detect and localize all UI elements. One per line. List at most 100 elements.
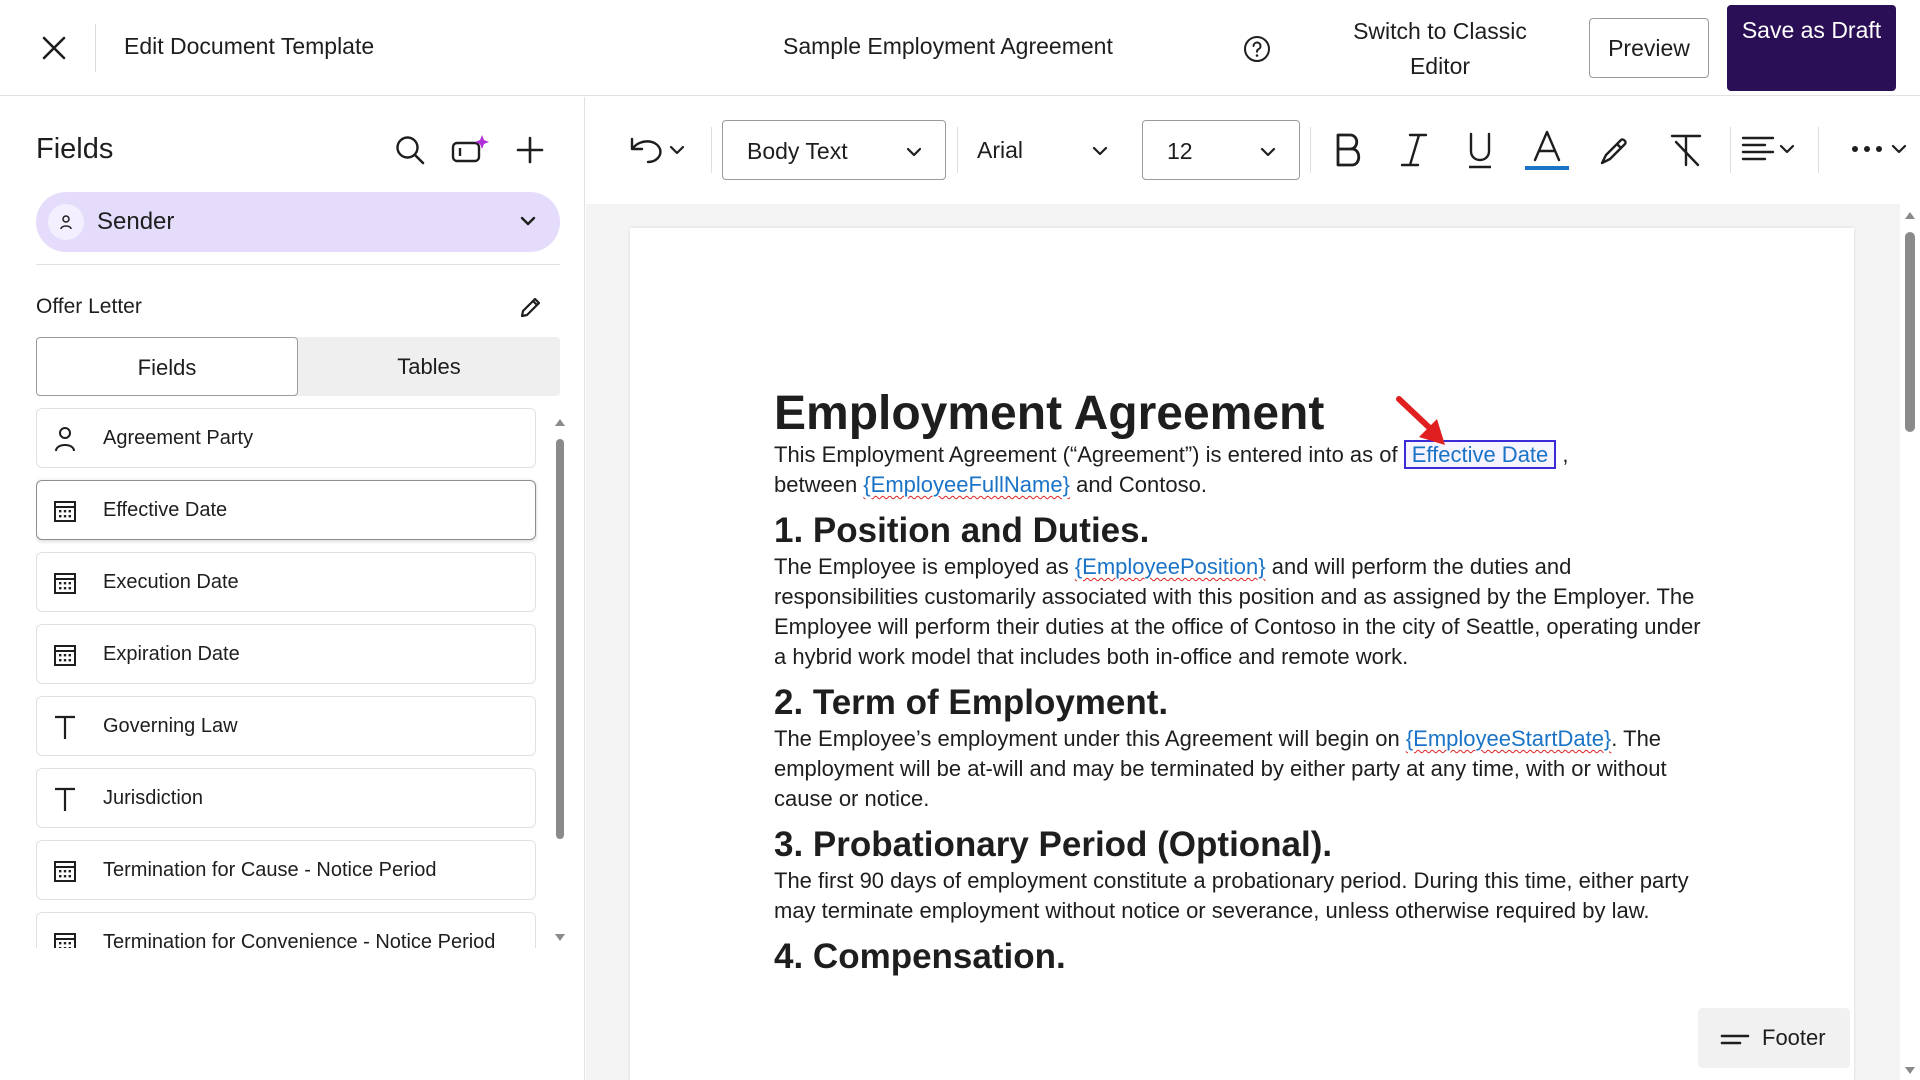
footer-button[interactable]: Footer xyxy=(1698,1008,1850,1068)
field-label: Agreement Party xyxy=(103,427,254,449)
section-heading: 1. Position and Duties. xyxy=(774,511,1150,550)
field-item-termination-for-convenience[interactable]: Termination for Convenience - Notice Per… xyxy=(36,912,536,948)
formatting-toolbar: Body Text Arial 12 xyxy=(586,97,1920,204)
font-color-button[interactable] xyxy=(1522,125,1572,175)
save-as-draft-button[interactable]: Save as Draft xyxy=(1727,5,1896,91)
chevron-down-icon xyxy=(1091,142,1109,165)
more-options-button[interactable] xyxy=(1846,129,1916,169)
italic-button[interactable] xyxy=(1392,127,1436,173)
document-body[interactable]: Employment Agreement This Employment Agr… xyxy=(774,388,1709,978)
field-item-effective-date[interactable]: Effective Date xyxy=(36,480,536,540)
page-title: Edit Document Template xyxy=(124,33,375,59)
text-run: This Employment Agreement (“Agreement”) … xyxy=(774,442,1404,467)
field-list-scrollbar[interactable] xyxy=(552,415,568,945)
section-paragraph: The Employee’s employment under this Agr… xyxy=(774,724,1709,814)
field-label: Termination for Convenience - Notice Per… xyxy=(103,931,496,948)
fields-sidebar: Fields Sender Offer Letter Fields Tables… xyxy=(0,97,585,1080)
section-paragraph: The Employee is employed as {EmployeePos… xyxy=(774,552,1709,672)
document-page[interactable]: Employment Agreement This Employment Agr… xyxy=(630,228,1854,1080)
section-heading: 2. Term of Employment. xyxy=(774,683,1169,722)
font-color-icon xyxy=(1525,130,1569,170)
switch-classic-editor-button[interactable]: Switch to Classic Editor xyxy=(1330,14,1550,82)
italic-icon xyxy=(1400,133,1428,167)
scroll-down-icon[interactable] xyxy=(555,934,565,941)
divider xyxy=(95,24,96,72)
more-icon xyxy=(1852,144,1907,154)
scroll-down-icon[interactable] xyxy=(1905,1067,1915,1074)
scroll-up-icon[interactable] xyxy=(1905,212,1915,219)
document-scrollbar[interactable] xyxy=(1900,204,1920,1080)
calendar-icon xyxy=(51,857,79,885)
field-item-jurisdiction[interactable]: Jurisdiction xyxy=(36,768,536,828)
divider xyxy=(1818,127,1819,173)
field-item-termination-for-cause[interactable]: Termination for Cause - Notice Period xyxy=(36,840,536,900)
help-button[interactable] xyxy=(1240,32,1274,66)
template-section-label: Offer Letter xyxy=(36,295,142,318)
annotation-arrow-icon xyxy=(1396,396,1445,445)
text-icon xyxy=(51,713,79,741)
top-bar: Edit Document Template Sample Employment… xyxy=(0,0,1920,96)
undo-icon xyxy=(630,137,685,164)
recipient-label: Sender xyxy=(97,208,175,235)
field-item-agreement-party[interactable]: Agreement Party xyxy=(36,408,536,468)
font-size-value: 12 xyxy=(1167,138,1193,164)
text-run: between xyxy=(774,472,864,497)
scroll-up-icon[interactable] xyxy=(555,419,565,426)
field-label: Execution Date xyxy=(103,571,239,593)
field-label: Effective Date xyxy=(103,499,228,521)
sidebar-tabs: Fields Tables xyxy=(36,337,560,396)
highlighter-icon xyxy=(1600,138,1627,165)
divider xyxy=(1730,127,1731,173)
scrollbar-thumb[interactable] xyxy=(1905,232,1915,432)
tab-tables[interactable]: Tables xyxy=(298,337,560,396)
sidebar-heading: Fields xyxy=(36,133,114,165)
align-left-icon xyxy=(1741,136,1795,161)
clear-formatting-button[interactable] xyxy=(1664,127,1708,173)
divider xyxy=(711,127,712,173)
preview-button[interactable]: Preview xyxy=(1589,18,1709,78)
field-label: Termination for Cause - Notice Period xyxy=(103,859,437,881)
field-item-expiration-date[interactable]: Expiration Date xyxy=(36,624,536,684)
text-run: and Contoso. xyxy=(1069,472,1207,497)
undo-button[interactable] xyxy=(626,130,690,170)
close-button[interactable] xyxy=(34,28,74,68)
employee-full-name-tag[interactable]: {EmployeeFullName} xyxy=(863,472,1070,497)
font-family-select[interactable]: Arial xyxy=(965,120,1115,180)
footer-icon xyxy=(1720,1026,1750,1055)
font-family-value: Arial xyxy=(977,137,1024,163)
document-canvas: Employment Agreement This Employment Agr… xyxy=(586,204,1900,1080)
person-icon xyxy=(51,425,79,453)
recipient-select[interactable]: Sender xyxy=(36,192,560,252)
highlight-button[interactable] xyxy=(1593,127,1637,173)
employee-position-tag[interactable]: {EmployeePosition} xyxy=(1075,554,1266,579)
search-button[interactable] xyxy=(390,130,430,170)
section-heading: 4. Compensation. xyxy=(774,937,1066,976)
person-icon xyxy=(48,204,84,240)
employee-start-date-tag[interactable]: {EmployeeStartDate} xyxy=(1406,726,1611,751)
section-heading: 3. Probationary Period (Optional). xyxy=(774,825,1333,864)
add-field-button[interactable] xyxy=(510,130,550,170)
ai-sparkle-icon xyxy=(451,135,489,163)
ai-field-button[interactable] xyxy=(451,130,491,170)
field-item-execution-date[interactable]: Execution Date xyxy=(36,552,536,612)
scrollbar-thumb[interactable] xyxy=(556,439,564,839)
clear-format-icon xyxy=(1670,134,1702,167)
intro-paragraph: This Employment Agreement (“Agreement”) … xyxy=(774,440,1709,500)
text-run: The Employee’s employment under this Agr… xyxy=(774,726,1406,751)
alignment-button[interactable] xyxy=(1739,129,1805,169)
text-style-select[interactable]: Body Text xyxy=(722,120,946,180)
underline-button[interactable] xyxy=(1458,127,1502,173)
font-size-select[interactable]: 12 xyxy=(1142,120,1300,180)
text-run: , xyxy=(1556,442,1569,467)
tab-fields[interactable]: Fields xyxy=(36,337,298,396)
calendar-icon xyxy=(51,497,79,525)
field-item-governing-law[interactable]: Governing Law xyxy=(36,696,536,756)
edit-section-button[interactable] xyxy=(514,290,548,324)
text-style-value: Body Text xyxy=(747,138,848,164)
bold-button[interactable] xyxy=(1326,127,1370,173)
bold-icon xyxy=(1336,133,1361,167)
text-run: The Employee is employed as xyxy=(774,554,1075,579)
divider xyxy=(957,127,958,173)
search-icon xyxy=(396,136,425,165)
field-list: Agreement Party Effective Date Execution… xyxy=(36,408,538,948)
